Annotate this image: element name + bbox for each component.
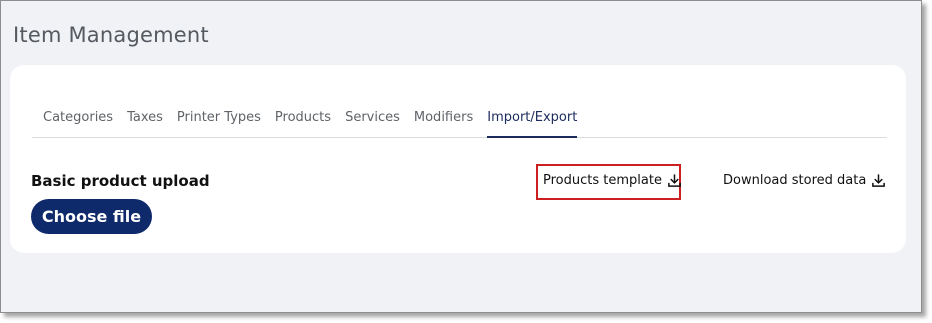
tab-products[interactable]: Products: [275, 107, 331, 138]
tab-bar: Categories Taxes Printer Types Products …: [32, 107, 887, 138]
choose-file-button[interactable]: Choose file: [31, 199, 152, 234]
download-stored-data-link[interactable]: Download stored data: [723, 173, 886, 188]
tab-import-export[interactable]: Import/Export: [487, 107, 578, 138]
tab-categories[interactable]: Categories: [43, 107, 113, 138]
tab-printer-types[interactable]: Printer Types: [177, 107, 261, 138]
tab-taxes[interactable]: Taxes: [127, 107, 163, 138]
download-icon: [667, 173, 682, 188]
download-stored-data-label: Download stored data: [723, 173, 867, 188]
section-title: Basic product upload: [31, 172, 210, 190]
products-template-link[interactable]: Products template: [543, 173, 682, 188]
download-icon: [871, 173, 886, 188]
page-title: Item Management: [13, 23, 209, 47]
tab-services[interactable]: Services: [345, 107, 400, 138]
products-template-label: Products template: [543, 173, 662, 188]
tab-modifiers[interactable]: Modifiers: [414, 107, 473, 138]
